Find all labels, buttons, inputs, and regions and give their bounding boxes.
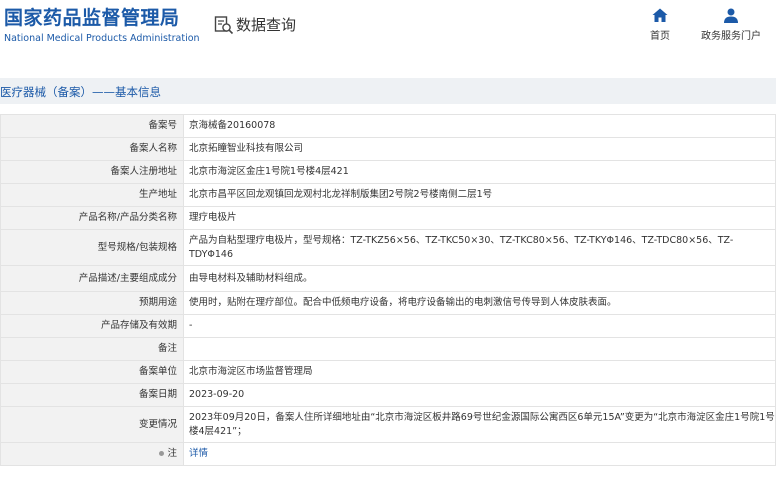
note-label: 注: [167, 448, 177, 459]
row-value: 2023年09月20日，备案人住所详细地址由“北京市海淀区板井路69号世纪金源国…: [183, 406, 776, 443]
table-row: 备案人名称 北京拓瞳智业科技有限公司: [0, 137, 776, 161]
row-value: 北京市昌平区回龙观镇回龙观村北龙祥制版集团2号院2号楼南侧二层1号: [183, 183, 776, 207]
nav-home-label: 首页: [650, 31, 670, 42]
table-row: 备注: [0, 337, 776, 361]
row-label: 备案号: [0, 114, 184, 138]
logo-title-cn: 国家药品监督管理局: [4, 7, 180, 29]
data-search-icon: [214, 15, 234, 34]
row-label: 型号规格/包装规格: [0, 229, 184, 266]
row-label: 生产地址: [0, 183, 184, 207]
row-value: 详情: [183, 442, 776, 466]
row-label: 产品描述/主要组成成分: [0, 265, 184, 292]
data-query-title: 数据查询: [214, 14, 296, 35]
row-label: 备案人名称: [0, 137, 184, 161]
nav-portal-label: 政务服务门户: [701, 31, 761, 42]
row-value: 北京拓瞳智业科技有限公司: [183, 137, 776, 161]
table-row: 备案号 京海械备20160078: [0, 114, 776, 138]
row-value: [183, 337, 776, 361]
breadcrumb-bar: 医疗器械（备案）——基本信息: [0, 78, 776, 104]
row-value: 2023-09-20: [183, 383, 776, 407]
bullet-icon: [159, 451, 165, 456]
row-value: 京海械备20160078: [183, 114, 776, 138]
nav-home[interactable]: 首页: [620, 8, 700, 42]
table-row: 预期用途 使用时，贴附在理疗部位。配合中低频电疗设备，将电疗设备输出的电刺激信号…: [0, 291, 776, 315]
site-header: 国家药品监督管理局 National Medical Products Admi…: [0, 0, 776, 52]
row-value: 理疗电极片: [183, 206, 776, 230]
table-row: 产品描述/主要组成成分 由导电材料及辅助材料组成。: [0, 265, 776, 292]
site-logo[interactable]: 国家药品监督管理局 National Medical Products Admi…: [4, 7, 200, 46]
row-label: 预期用途: [0, 291, 184, 315]
row-value: 由导电材料及辅助材料组成。: [183, 265, 776, 292]
row-label: 产品名称/产品分类名称: [0, 206, 184, 230]
table-row: 备案日期 2023-09-20: [0, 383, 776, 407]
row-label: 产品存储及有效期: [0, 314, 184, 338]
row-label: 备注: [0, 337, 184, 361]
row-value: -: [183, 314, 776, 338]
user-icon: [724, 8, 738, 23]
table-row: 型号规格/包装规格 产品为自粘型理疗电极片，型号规格：TZ-TKZ56×56、T…: [0, 229, 776, 266]
row-label: 备案单位: [0, 360, 184, 384]
logo-title-en: National Medical Products Administration: [4, 33, 200, 44]
nav-service-portal[interactable]: 政务服务门户: [691, 8, 771, 42]
table-row: 生产地址 北京市昌平区回龙观镇回龙观村北龙祥制版集团2号院2号楼南侧二层1号: [0, 183, 776, 207]
record-info-table: 备案号 京海械备20160078 备案人名称 北京拓瞳智业科技有限公司 备案人注…: [0, 114, 776, 466]
row-label: 备案人注册地址: [0, 160, 184, 184]
row-label: 变更情况: [0, 406, 184, 443]
details-link[interactable]: 详情: [189, 448, 208, 459]
table-row: 产品名称/产品分类名称 理疗电极片: [0, 206, 776, 230]
table-row: 注 详情: [0, 442, 776, 466]
data-query-label: 数据查询: [236, 16, 297, 34]
row-value: 北京市海淀区金庄1号院1号楼4层421: [183, 160, 776, 184]
row-value: 使用时，贴附在理疗部位。配合中低频电疗设备，将电疗设备输出的电刺激信号传导到人体…: [183, 291, 776, 315]
breadcrumb: 医疗器械（备案）——基本信息: [0, 85, 161, 99]
home-icon: [652, 8, 668, 22]
table-row: 产品存储及有效期 -: [0, 314, 776, 338]
row-value: 北京市海淀区市场监督管理局: [183, 360, 776, 384]
row-value: 产品为自粘型理疗电极片，型号规格：TZ-TKZ56×56、TZ-TKC50×30…: [183, 229, 776, 266]
table-row: 变更情况 2023年09月20日，备案人住所详细地址由“北京市海淀区板井路69号…: [0, 406, 776, 443]
row-label-note: 注: [0, 442, 184, 466]
table-row: 备案人注册地址 北京市海淀区金庄1号院1号楼4层421: [0, 160, 776, 184]
row-label: 备案日期: [0, 383, 184, 407]
table-row: 备案单位 北京市海淀区市场监督管理局: [0, 360, 776, 384]
